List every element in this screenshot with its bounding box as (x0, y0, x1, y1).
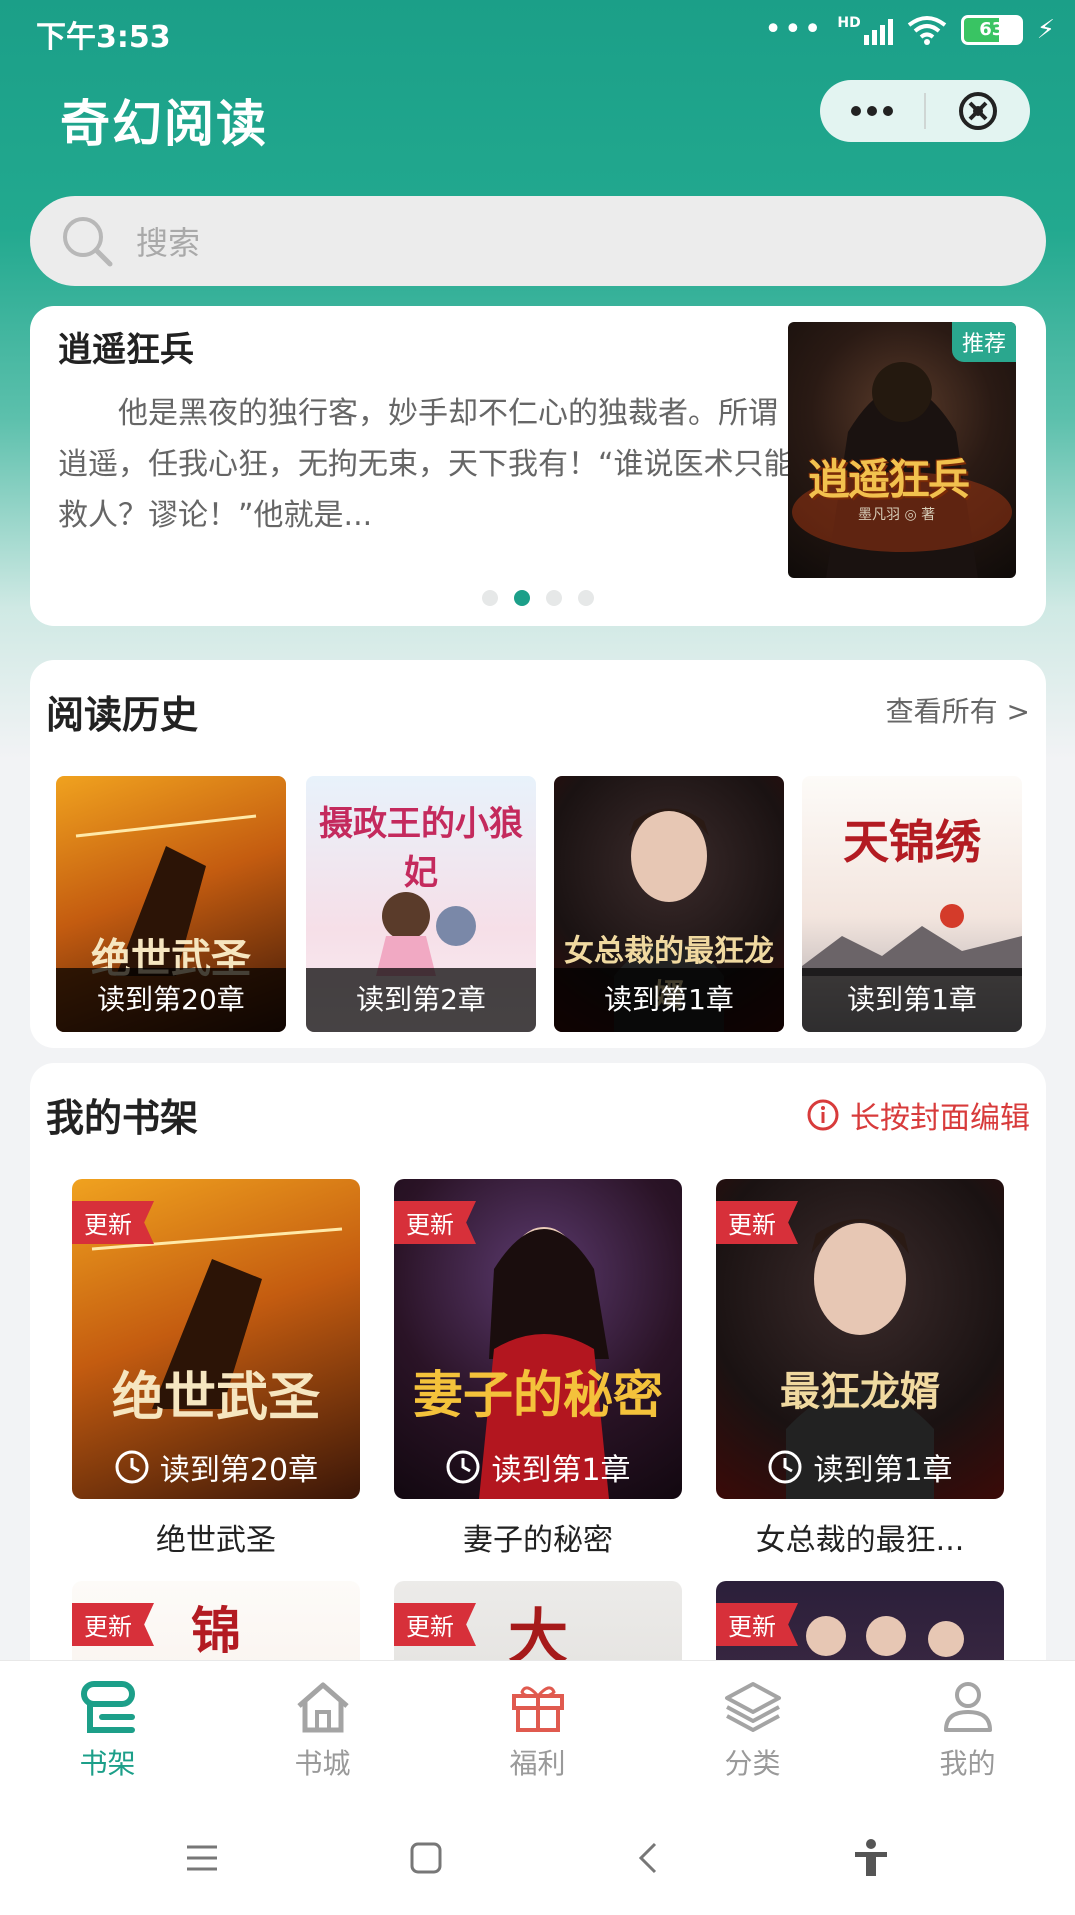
history-progress: 读到第1章 (554, 968, 784, 1032)
cover-author: 墨凡羽 ◎ 著 (858, 507, 936, 523)
cover-title: 绝世武圣 (111, 1368, 320, 1428)
tab-category[interactable]: 分类 (645, 1661, 860, 1800)
bookshelf-icon (80, 1680, 135, 1733)
edit-tip: 长按封面编辑 (806, 1093, 1030, 1137)
history-book[interactable]: 天锦绣 读到第1章 (802, 776, 1022, 1032)
history-progress: 读到第1章 (802, 968, 1022, 1032)
more-icon (851, 106, 893, 116)
more-dots-icon: ••• (764, 12, 824, 47)
reading-progress: 读到第1章 (716, 1445, 1004, 1489)
history-book[interactable]: 绝世武圣 读到第20章 (56, 776, 286, 1032)
signal-icon: HD (837, 15, 893, 45)
book-name: 女总裁的最狂... (755, 1523, 965, 1558)
wifi-icon (907, 16, 946, 45)
update-badge: 更新 (716, 1603, 798, 1646)
bookshelf-title: 我的书架 (46, 1096, 199, 1140)
update-badge: 更新 (394, 1603, 476, 1646)
shelf-book-cover[interactable]: 绝世武圣 更新 读到第20章 (72, 1179, 360, 1499)
accessibility-icon[interactable] (851, 1838, 891, 1878)
battery-icon: 63 (960, 15, 1023, 45)
banner-description: 他是黑夜的独行客，妙手却不仁心的独裁者。所谓逍遥，任我心狂，无拘无束，天下我有！… (58, 396, 794, 533)
tab-bookshelf[interactable]: 书架 (0, 1661, 215, 1800)
tab-label: 我的 (939, 1746, 996, 1780)
menu-icon[interactable] (184, 1843, 220, 1873)
search-input[interactable]: 搜索 (136, 218, 200, 264)
clock-icon (115, 1450, 149, 1484)
carousel-dot[interactable] (482, 590, 498, 606)
miniprogram-capsule (820, 80, 1030, 142)
search-bar[interactable]: 搜索 (30, 196, 1046, 286)
tab-bookstore[interactable]: 书城 (215, 1661, 430, 1800)
tab-profile[interactable]: 我的 (860, 1661, 1075, 1800)
close-circle-icon (959, 92, 997, 130)
back-icon[interactable] (633, 1840, 663, 1876)
gift-icon (511, 1685, 564, 1732)
bottom-tab-bar: 书架 书城 福利 分类 我的 (0, 1660, 1075, 1800)
shelf-book-cover[interactable]: 妻子的秘密 更新 读到第1章 (394, 1179, 682, 1499)
history-progress: 读到第20章 (56, 968, 286, 1032)
carousel-dot[interactable] (514, 590, 530, 606)
info-icon (807, 1099, 839, 1131)
view-all-link[interactable]: 查看所有 > (886, 690, 1030, 730)
recommend-badge: 推荐 (951, 322, 1016, 362)
charging-icon: ⚡ (1036, 15, 1055, 45)
home-square-icon[interactable] (408, 1840, 444, 1876)
progress-text: 读到第20章 (159, 1453, 319, 1488)
recommend-banner[interactable]: 逍遥狂兵 他是黑夜的独行客，妙手却不仁心的独裁者。所谓逍遥，任我心狂，无拘无束，… (30, 306, 1046, 626)
close-button[interactable] (926, 80, 1030, 142)
app-title: 奇幻阅读 (60, 95, 268, 153)
tab-label: 书城 (294, 1746, 351, 1780)
shelf-book-cover[interactable]: 最狂龙婿 更新 读到第1章 (716, 1179, 1004, 1499)
book-name: 妻子的秘密 (463, 1523, 613, 1558)
reading-progress: 读到第20章 (72, 1445, 360, 1489)
carousel-dot[interactable] (546, 590, 562, 606)
status-icons: ••• HD 63 ⚡ (764, 10, 1055, 50)
progress-text: 读到第1章 (813, 1453, 953, 1488)
status-time: 下午3:53 (36, 20, 171, 55)
edit-tip-text: 长按封面编辑 (850, 1101, 1030, 1136)
clock-icon (768, 1450, 802, 1484)
book-name: 绝世武圣 (156, 1523, 276, 1558)
tab-welfare[interactable]: 福利 (430, 1661, 645, 1800)
user-icon (943, 1681, 992, 1732)
tab-label: 福利 (509, 1746, 566, 1780)
banner-title: 逍遥狂兵 (58, 330, 194, 370)
more-button[interactable] (820, 80, 924, 142)
tab-label: 书架 (79, 1746, 136, 1780)
cover-title: 逍遥狂兵 (808, 455, 970, 504)
history-progress: 读到第2章 (306, 968, 536, 1032)
banner-cover[interactable]: 推荐 逍遥狂兵 墨凡羽 ◎ 著 (788, 322, 1016, 578)
history-book[interactable]: 摄政王的小狼妃 读到第2章 (306, 776, 536, 1032)
reading-progress: 读到第1章 (394, 1445, 682, 1489)
update-badge: 更新 (72, 1603, 154, 1646)
bookshelf-card: 我的书架 长按封面编辑 绝世武圣 更新 读到第20章 绝世武圣 妻子的秘密 更新 (30, 1063, 1046, 1901)
reading-history-card: 阅读历史 查看所有 > 绝世武圣 读到第20章 摄政王的小狼妃 读到第2章 女总… (30, 660, 1046, 1048)
layers-icon (724, 1681, 781, 1732)
system-navigation-bar (0, 1800, 1075, 1915)
cover-title: 最狂龙婿 (780, 1369, 940, 1415)
search-icon (63, 217, 113, 267)
update-badge: 更新 (72, 1201, 154, 1244)
tab-label: 分类 (724, 1746, 781, 1780)
history-title: 阅读历史 (46, 693, 199, 737)
home-icon (296, 1682, 349, 1732)
cover-title: 妻子的秘密 (413, 1366, 663, 1424)
history-book[interactable]: 女总裁的最狂龙婿 读到第1章 (554, 776, 784, 1032)
update-badge: 更新 (716, 1201, 798, 1244)
update-badge: 更新 (394, 1201, 476, 1244)
progress-text: 读到第1章 (491, 1453, 631, 1488)
clock-icon (446, 1450, 480, 1484)
carousel-dots (30, 590, 1046, 606)
carousel-dot[interactable] (578, 590, 594, 606)
